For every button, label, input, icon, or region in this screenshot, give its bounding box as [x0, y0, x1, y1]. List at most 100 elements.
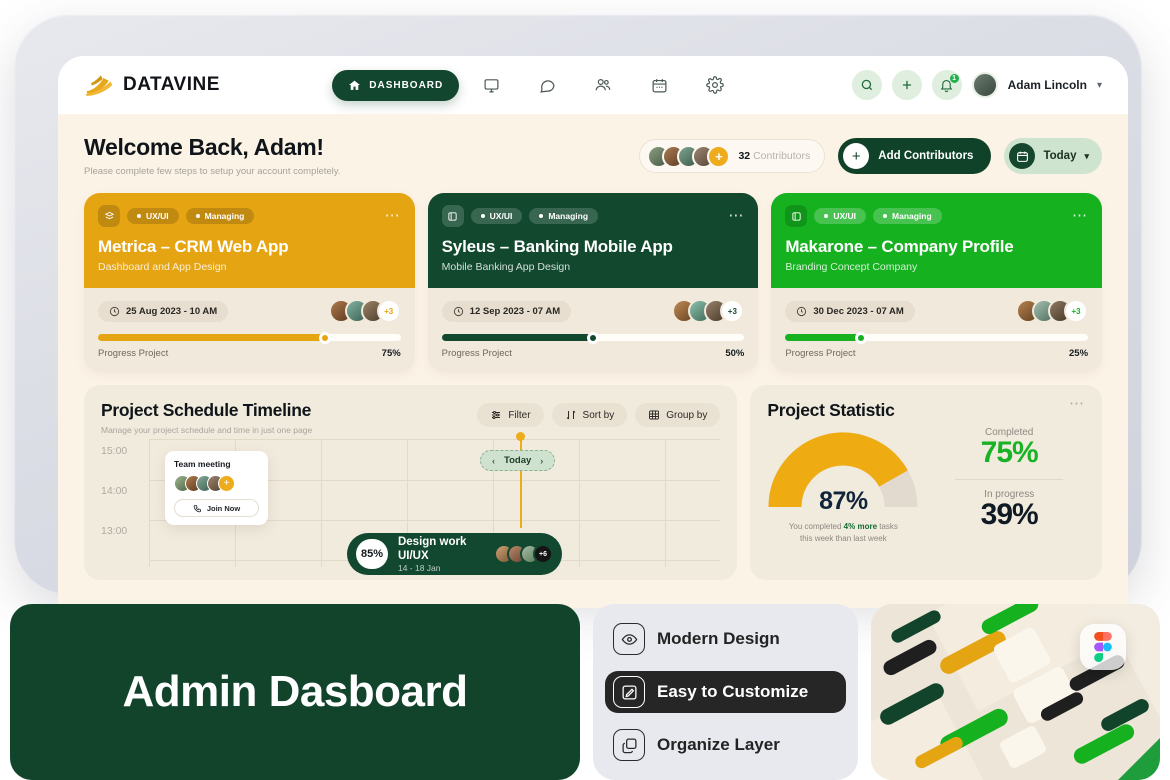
figma-icon — [1094, 632, 1112, 662]
project-tag: UX/UI — [470, 208, 523, 224]
avatar — [520, 544, 540, 564]
user-name: Adam Lincoln — [1007, 78, 1087, 92]
vine-logo-icon — [85, 75, 113, 97]
hour-label: 13:00 — [101, 525, 128, 537]
avatar — [672, 299, 697, 323]
search-button[interactable] — [851, 70, 882, 100]
date-filter-button[interactable]: Today ▾ — [1004, 138, 1102, 174]
avatar — [688, 299, 713, 323]
join-now-button[interactable]: Join Now — [174, 499, 259, 517]
project-members-more[interactable]: +3 — [1064, 299, 1089, 323]
nav-item-team[interactable] — [585, 68, 621, 102]
preview-collage[interactable] — [871, 604, 1160, 780]
add-member-icon[interactable]: + — [218, 475, 235, 492]
project-more-button[interactable]: ⋯ — [385, 208, 401, 223]
avatar — [1048, 299, 1073, 323]
sort-icon — [566, 410, 575, 420]
avatar — [1016, 299, 1041, 323]
nav-item-calendar[interactable] — [641, 68, 677, 102]
progress-track[interactable] — [98, 331, 401, 344]
task-name: Design work UI/UX — [397, 535, 467, 562]
meeting-card[interactable]: Team meeting + Join Now — [165, 451, 268, 525]
gauge-note: You completed 4% more tasks this week th… — [767, 521, 919, 545]
avatar[interactable] — [971, 72, 998, 98]
gauge-note-bold: 4% more — [843, 522, 878, 531]
progress-knob[interactable] — [319, 331, 331, 344]
gauge-svg — [768, 432, 918, 508]
add-contributor-icon[interactable]: + — [707, 144, 731, 168]
project-more-button[interactable]: ⋯ — [728, 208, 744, 223]
avatar — [196, 475, 213, 492]
timeline-canvas[interactable]: ‹ Today › 85% Design work UI/UX 14 - 18 … — [149, 432, 721, 577]
feature-item-organize-layer[interactable]: Organize Layer — [605, 724, 846, 766]
bell-icon — [940, 79, 953, 92]
progress-knob[interactable] — [855, 331, 867, 344]
phone-icon — [193, 504, 201, 512]
next-day-icon[interactable]: › — [540, 456, 543, 466]
welcome-block: Welcome Back, Adam! Please complete few … — [84, 134, 340, 177]
project-card[interactable]: UX/UI Managing ⋯ Makarone – Company Prof… — [771, 193, 1103, 372]
project-members: +3 — [1016, 299, 1089, 323]
chevron-down-icon[interactable]: ▾ — [1097, 80, 1102, 91]
group-button[interactable]: Group by — [635, 403, 721, 427]
prev-day-icon[interactable]: ‹ — [492, 456, 495, 466]
timeline-task[interactable]: 85% Design work UI/UX 14 - 18 Jan +6 — [347, 533, 562, 575]
feature-item-easy-to-customize[interactable]: Easy to Customize — [605, 671, 846, 713]
inprogress-value: 39% — [980, 498, 1039, 531]
brand[interactable]: DATAVINE — [84, 73, 220, 97]
filter-label: Filter — [508, 409, 531, 421]
add-button[interactable] — [891, 70, 922, 100]
project-card-footer: 25 Aug 2023 - 10 AM +3 Progress Project … — [84, 288, 415, 372]
statistic-panel: Project Statistic ⋯ 87% You completed 4%… — [750, 385, 1102, 580]
project-tag-label: Managing — [204, 211, 245, 221]
promo-row: Admin Dasboard Modern Design Easy to Cus… — [0, 604, 1170, 780]
project-members: +3 — [328, 299, 401, 323]
add-contributors-button[interactable]: + Add Contributors — [838, 138, 992, 174]
board-icon — [441, 205, 464, 227]
avatar — [507, 544, 527, 564]
statistic-more-button[interactable]: ⋯ — [1069, 396, 1085, 411]
contributors-pill[interactable]: + 32 Contributors — [639, 139, 826, 173]
completed-value: 75% — [980, 436, 1039, 469]
project-more-button[interactable]: ⋯ — [1072, 208, 1088, 223]
calendar-icon — [652, 78, 667, 92]
project-tag-label: Managing — [548, 211, 589, 221]
avatar — [174, 475, 191, 492]
progress-track[interactable] — [441, 331, 745, 344]
project-members-more[interactable]: +3 — [376, 299, 401, 323]
project-date: 12 Sep 2023 - 07 AM — [441, 300, 572, 322]
project-subtitle: Mobile Banking App Design — [441, 261, 571, 273]
avatar — [360, 299, 385, 323]
nav-item-settings[interactable] — [697, 68, 733, 102]
top-navbar: DATAVINE DASHBOARD 1 Adam Lincoln ▾ — [58, 56, 1128, 114]
today-pill[interactable]: ‹ Today › — [480, 450, 556, 471]
filter-button[interactable]: Filter — [477, 403, 544, 427]
project-members: +3 — [672, 299, 745, 323]
notifications-button[interactable]: 1 — [931, 70, 962, 100]
avatar — [704, 299, 729, 323]
task-date: 14 - 18 Jan — [397, 563, 441, 574]
avatar — [692, 144, 716, 168]
project-members-more[interactable]: +3 — [720, 299, 745, 323]
task-members-more[interactable]: +6 — [533, 544, 553, 564]
contributors-count: 32 — [738, 150, 751, 162]
project-tags: UX/UI Managing ⋯ — [785, 205, 1088, 227]
nav-item-presentation[interactable] — [473, 68, 509, 102]
feature-item-modern-design[interactable]: Modern Design — [605, 618, 846, 660]
avatar — [328, 299, 353, 323]
project-title: Syleus – Banking Mobile App — [441, 237, 673, 256]
nav-item-dashboard[interactable]: DASHBOARD — [332, 69, 460, 101]
project-card-header: UX/UI Managing ⋯ Metrica – CRM Web App D… — [84, 193, 415, 288]
gear-icon — [706, 76, 725, 94]
layers-copy-icon — [613, 729, 645, 761]
project-card[interactable]: UX/UI Managing ⋯ Syleus – Banking Mobile… — [427, 193, 759, 372]
chat-icon — [539, 79, 555, 93]
avatar — [677, 144, 701, 168]
progress-knob[interactable] — [587, 331, 599, 344]
project-card[interactable]: UX/UI Managing ⋯ Metrica – CRM Web App D… — [84, 193, 415, 372]
nav-item-messages[interactable] — [529, 68, 565, 102]
progress-track[interactable] — [785, 331, 1089, 344]
project-tag-label: UX/UI — [146, 211, 169, 221]
sort-button[interactable]: Sort by — [551, 403, 628, 427]
filter-icon — [492, 411, 501, 419]
